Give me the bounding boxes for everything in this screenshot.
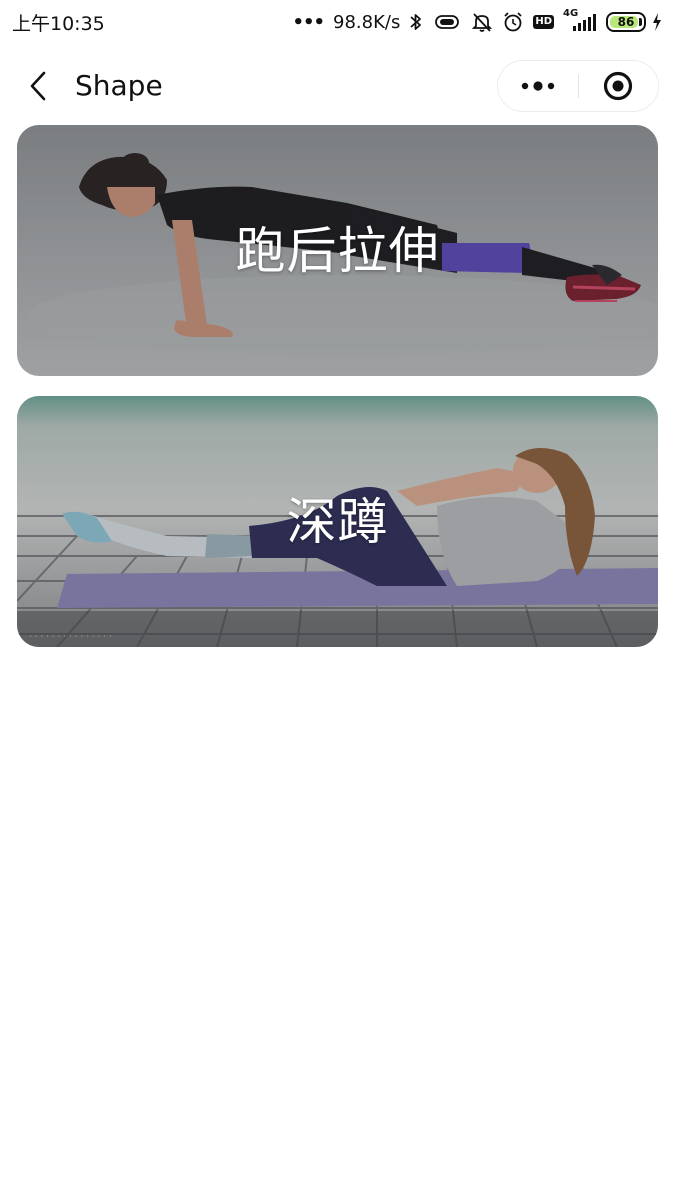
- signal-icon: 4G: [563, 8, 597, 33]
- exercise-card-list: 跑后拉伸 · · · · · · · · · · · · · · · 深蹲: [17, 125, 658, 667]
- navigation-bar: Shape: [0, 52, 675, 120]
- alarm-icon: [502, 11, 524, 33]
- battery-icon: 86: [606, 12, 646, 32]
- status-indicators: ••• 98.8K/s HD 4G 86: [292, 8, 663, 33]
- target-icon: [604, 71, 633, 101]
- more-icon: [521, 81, 554, 91]
- mute-icon: [471, 11, 493, 33]
- more-menu-button[interactable]: [498, 61, 578, 111]
- back-button[interactable]: [22, 68, 54, 104]
- bluetooth-icon: [409, 12, 423, 32]
- charging-icon: [651, 12, 663, 32]
- network-speed: 98.8K/s: [333, 11, 401, 33]
- more-dots-icon: •••: [292, 11, 325, 33]
- chevron-left-icon: [30, 71, 46, 101]
- battery-level: 86: [617, 15, 635, 29]
- exercise-card-squat[interactable]: · · · · · · · · · · · · · · · 深蹲: [17, 396, 658, 647]
- close-mini-program-button[interactable]: [579, 61, 659, 111]
- hd-icon: HD: [533, 15, 554, 29]
- mini-program-capsule: [497, 60, 659, 112]
- signal-type: 4G: [563, 8, 579, 19]
- exercise-card-stretch[interactable]: 跑后拉伸: [17, 125, 658, 376]
- page-title: Shape: [75, 69, 163, 102]
- status-bar: 上午10:35 ••• 98.8K/s HD 4G 86: [0, 0, 675, 44]
- card-title: 深蹲: [286, 492, 389, 551]
- status-time: 上午10:35: [12, 12, 105, 35]
- vibrate-icon: [432, 12, 462, 32]
- card-title: 跑后拉伸: [235, 221, 440, 280]
